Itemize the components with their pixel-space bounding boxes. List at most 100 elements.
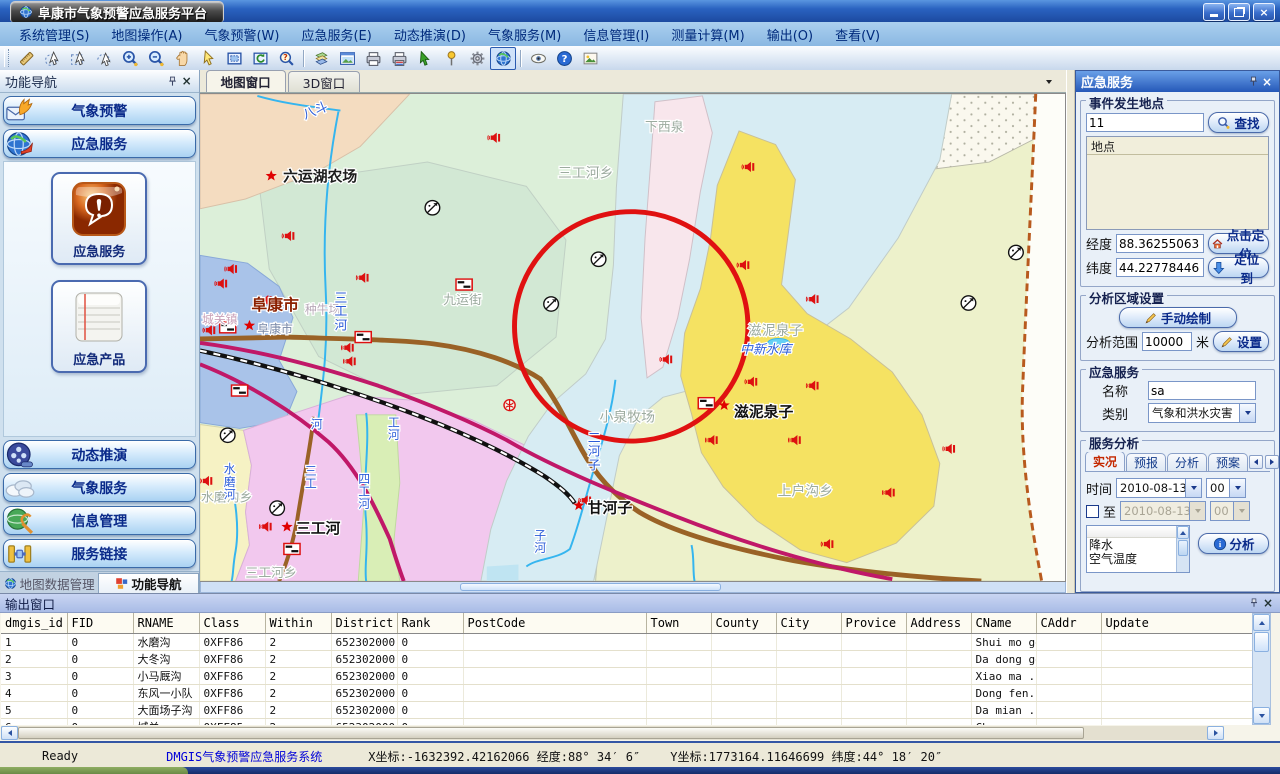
service-type-select[interactable]: 气象和洪水灾害 bbox=[1148, 403, 1256, 423]
set-range-button[interactable]: 设置 bbox=[1213, 331, 1269, 352]
time-hour-select[interactable]: 00 bbox=[1206, 478, 1246, 498]
panel-splitter[interactable] bbox=[1066, 70, 1075, 593]
minimize-button[interactable] bbox=[1203, 3, 1225, 21]
gear-icon[interactable] bbox=[464, 47, 490, 70]
table-row[interactable]: 10水磨沟0XFF8626523020000Shui mo gou bbox=[1, 634, 1253, 651]
right-panel-pin-icon[interactable] bbox=[1246, 75, 1260, 89]
table-row[interactable]: 50大面场子沟0XFF8626523020000Da mian ... bbox=[1, 702, 1253, 719]
column-header-dmgis_id[interactable]: dmgis_id bbox=[1, 613, 67, 634]
scroll-down-icon[interactable] bbox=[1253, 707, 1270, 724]
column-header-Update[interactable]: Update bbox=[1101, 613, 1253, 634]
menu-item-2[interactable]: 地图操作(A) bbox=[100, 22, 193, 47]
tab-map-window[interactable]: 地图窗口 bbox=[206, 70, 286, 92]
sidebar-group-button-bottom-2[interactable]: 气象服务 bbox=[3, 473, 196, 502]
sidebar-group-button-bottom-1[interactable]: 动态推演 bbox=[3, 440, 196, 469]
column-header-Within[interactable]: Within bbox=[265, 613, 331, 634]
service-tab-预报[interactable]: 预报 bbox=[1126, 453, 1166, 471]
image-window-icon[interactable] bbox=[334, 47, 360, 70]
menu-item-7[interactable]: 信息管理(I) bbox=[572, 22, 660, 47]
search-button[interactable]: 查找 bbox=[1208, 112, 1269, 133]
table-row[interactable]: 60城关0XFF8526523020000Cheng guan bbox=[1, 719, 1253, 726]
output-close-icon[interactable]: × bbox=[1261, 596, 1275, 610]
map-tab-dropdown-icon[interactable] bbox=[1042, 75, 1056, 88]
green-arrow-icon[interactable] bbox=[412, 47, 438, 70]
list-item[interactable]: 空气温度 bbox=[1087, 552, 1176, 566]
column-header-District[interactable]: District bbox=[331, 613, 397, 634]
emergency-product-item[interactable]: 应急产品 bbox=[51, 280, 147, 373]
table-row[interactable]: 30小马厩沟0XFF8626523020000Xiao ma ... bbox=[1, 668, 1253, 685]
pan-hand-icon[interactable] bbox=[169, 47, 195, 70]
analysis-range-input[interactable] bbox=[1142, 332, 1192, 351]
column-header-PostCode[interactable]: PostCode bbox=[463, 613, 646, 634]
event-location-input[interactable] bbox=[1086, 113, 1204, 132]
menu-item-8[interactable]: 测量计算(M) bbox=[660, 22, 755, 47]
sidebar-group-button-bottom-3[interactable]: 信息管理 bbox=[3, 506, 196, 535]
tab-function-navigation[interactable]: 功能导航 bbox=[98, 573, 198, 593]
menu-item-10[interactable]: 查看(V) bbox=[824, 22, 891, 47]
list-item[interactable]: 降水 bbox=[1087, 538, 1176, 552]
time-hour-dropdown-icon[interactable] bbox=[1229, 479, 1245, 497]
column-header-RNAME[interactable]: RNAME bbox=[133, 613, 199, 634]
time-date-dropdown-icon[interactable] bbox=[1185, 479, 1201, 497]
map-horizontal-scrollbar[interactable] bbox=[200, 582, 1066, 593]
toolbar-grip[interactable] bbox=[4, 49, 9, 67]
scroll-up-icon[interactable] bbox=[1253, 614, 1270, 631]
column-header-FID[interactable]: FID bbox=[67, 613, 133, 634]
layers-icon[interactable] bbox=[308, 47, 334, 70]
column-header-CAddr[interactable]: CAddr bbox=[1036, 613, 1101, 634]
sidebar-close-icon[interactable]: × bbox=[180, 74, 194, 88]
analyze-button[interactable]: 分析 bbox=[1198, 533, 1269, 554]
emergency-service-item[interactable]: 应急服务 bbox=[51, 172, 147, 265]
latitude-input[interactable] bbox=[1116, 258, 1204, 277]
time-date-select[interactable]: 2010-08-13 bbox=[1116, 478, 1202, 498]
picture-icon[interactable] bbox=[577, 47, 603, 70]
sidebar-group-button-1[interactable]: 气象预警 bbox=[3, 96, 196, 125]
print-color-icon[interactable] bbox=[386, 47, 412, 70]
service-tab-实况[interactable]: 实况 bbox=[1085, 451, 1125, 471]
full-extent-icon[interactable] bbox=[221, 47, 247, 70]
manual-draw-button[interactable]: 手动绘制 bbox=[1119, 307, 1237, 328]
service-tab-分析[interactable]: 分析 bbox=[1167, 453, 1207, 471]
menu-item-1[interactable]: 系统管理(S) bbox=[8, 22, 100, 47]
column-header-Class[interactable]: Class bbox=[199, 613, 265, 634]
right-panel-close-icon[interactable]: × bbox=[1260, 75, 1274, 89]
column-header-City[interactable]: City bbox=[776, 613, 841, 634]
list-scrollbar[interactable] bbox=[1176, 526, 1189, 572]
select-lasso-icon[interactable] bbox=[91, 47, 117, 70]
column-header-County[interactable]: County bbox=[711, 613, 776, 634]
print-icon[interactable] bbox=[360, 47, 386, 70]
column-header-Rank[interactable]: Rank bbox=[397, 613, 463, 634]
output-pin-icon[interactable] bbox=[1247, 596, 1261, 610]
menu-item-4[interactable]: 应急服务(E) bbox=[290, 22, 382, 47]
scroll-right-icon[interactable] bbox=[1207, 726, 1224, 740]
service-type-dropdown-icon[interactable] bbox=[1239, 404, 1255, 422]
map-canvas[interactable]: 六运湖农场三工河乡下西泉九运街阜康市城关镇种牛场阜康市滋泥泉子中新水库小泉牧场滋… bbox=[200, 93, 1066, 582]
help-icon[interactable] bbox=[551, 47, 577, 70]
table-row[interactable]: 20大冬沟0XFF8626523020000Da dong gou bbox=[1, 651, 1253, 668]
menu-item-5[interactable]: 动态推演(D) bbox=[383, 22, 477, 47]
scroll-left-icon[interactable] bbox=[1, 726, 18, 740]
column-header-Provice[interactable]: Provice bbox=[841, 613, 906, 634]
zoom-in-icon[interactable] bbox=[117, 47, 143, 70]
measure-icon[interactable] bbox=[13, 47, 39, 70]
locate-to-button[interactable]: 定位到 bbox=[1208, 257, 1269, 278]
tab-3d-window[interactable]: 3D窗口 bbox=[288, 71, 361, 92]
service-name-input[interactable] bbox=[1148, 381, 1256, 400]
location-list[interactable]: 地点 bbox=[1086, 136, 1269, 230]
sidebar-pin-icon[interactable] bbox=[166, 74, 180, 88]
output-vertical-scrollbar[interactable] bbox=[1252, 613, 1271, 725]
scroll-up-icon[interactable] bbox=[1177, 526, 1189, 539]
weather-element-list[interactable]: 降水空气温度 bbox=[1086, 525, 1190, 573]
refresh-icon[interactable] bbox=[247, 47, 273, 70]
sidebar-group-button-2[interactable]: 应急服务 bbox=[3, 129, 196, 158]
menu-item-3[interactable]: 气象预警(W) bbox=[193, 22, 290, 47]
select-rect-icon[interactable] bbox=[65, 47, 91, 70]
select-circle-icon[interactable] bbox=[39, 47, 65, 70]
tabs-scroll-left-icon[interactable] bbox=[1249, 455, 1263, 469]
sidebar-group-button-bottom-4[interactable]: 服务链接 bbox=[3, 539, 196, 568]
tabs-scroll-right-icon[interactable] bbox=[1265, 455, 1279, 469]
globe-icon[interactable] bbox=[490, 47, 516, 70]
pushpin-icon[interactable] bbox=[438, 47, 464, 70]
column-header-Town[interactable]: Town bbox=[646, 613, 711, 634]
longitude-input[interactable] bbox=[1116, 234, 1204, 253]
